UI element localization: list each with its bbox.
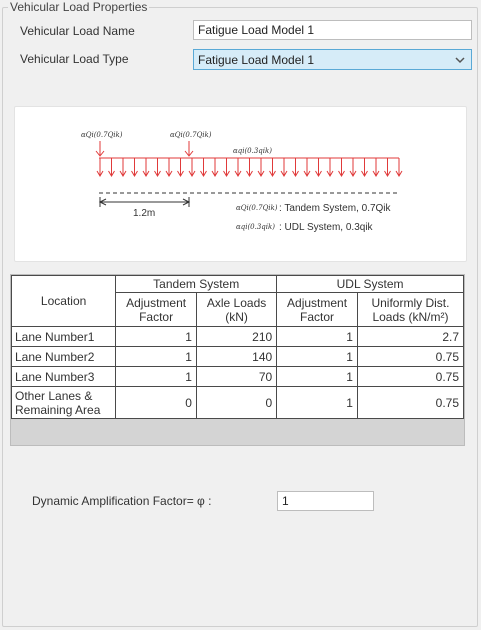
load-diagram-svg: αQi(0.7Qik) αQi(0.7Qik) αqi(0.3qik) 1.2m… [81, 131, 403, 233]
axle-load-cell[interactable]: 140 [195, 346, 278, 367]
udl-adjustment-cell[interactable]: 1 [276, 386, 358, 419]
tandem-system-header: Tandem System [115, 275, 278, 293]
vehicular-load-type-value: Fatigue Load Model 1 [198, 53, 315, 67]
legend-udl-text: : UDL System, 0.3qik [279, 222, 374, 233]
udl-arrows [96, 158, 403, 177]
tandem-adjustment-cell[interactable]: 0 [115, 386, 197, 419]
udl-adjustment-cell[interactable]: 1 [276, 346, 358, 367]
legend-tandem-text: : Tandem System, 0.7Qik [279, 203, 392, 214]
tandem-load-label-2: αQi(0.7Qik) [170, 131, 212, 139]
location-cell: Lane Number1 [10, 326, 117, 347]
table-row: Other Lanes & Remaining Area 0 0 1 0.75 [10, 386, 465, 419]
vehicular-load-type-label: Vehicular Load Type [20, 52, 129, 66]
udl-adjustment-cell[interactable]: 1 [276, 366, 358, 387]
vehicular-load-name-label: Vehicular Load Name [20, 24, 135, 38]
table-row: Lane Number3 1 70 1 0.75 [10, 366, 465, 387]
udl-load-cell[interactable]: 0.75 [356, 346, 465, 367]
udl-load-cell[interactable]: 0.75 [356, 386, 465, 419]
vehicular-load-name-input[interactable] [193, 20, 472, 40]
tandem-adjustment-cell[interactable]: 1 [115, 346, 197, 367]
udl-load-cell[interactable]: 0.75 [356, 366, 465, 387]
udl-adjustment-cell[interactable]: 1 [276, 326, 358, 347]
location-cell: Lane Number3 [10, 366, 117, 387]
axle-loads-header: Axle Loads (kN) [195, 292, 278, 327]
location-cell: Other Lanes & Remaining Area [10, 386, 117, 419]
tandem-load-label-1: αQi(0.7Qik) [81, 131, 123, 139]
daf-input[interactable] [277, 491, 374, 511]
axle-load-cell[interactable]: 70 [195, 366, 278, 387]
vehicular-load-type-select[interactable]: Fatigue Load Model 1 [193, 49, 472, 70]
tandem-adjustment-cell[interactable]: 1 [115, 326, 197, 347]
location-cell: Lane Number2 [10, 346, 117, 367]
location-header: Location [10, 275, 117, 327]
udl-load-cell[interactable]: 2.7 [356, 326, 465, 347]
table-row: Lane Number2 1 140 1 0.75 [10, 346, 465, 367]
load-model-diagram: αQi(0.7Qik) αQi(0.7Qik) αqi(0.3qik) 1.2m… [14, 106, 467, 262]
axle-load-cell[interactable]: 0 [195, 386, 278, 419]
udl-system-header: UDL System [276, 275, 464, 293]
legend-udl-symbol: αqi(0.3qik) [236, 223, 275, 231]
udl-load-label: αqi(0.3qik) [233, 147, 272, 155]
load-table: Location Tandem System UDL System Adjust… [10, 275, 465, 419]
load-table-area: Location Tandem System UDL System Adjust… [10, 274, 465, 446]
tandem-adjustment-cell[interactable]: 1 [115, 366, 197, 387]
group-title: Vehicular Load Properties [8, 0, 150, 14]
table-row: Lane Number1 1 210 1 2.7 [10, 326, 465, 347]
legend-tandem-symbol: αQi(0.7Qik) [236, 204, 278, 212]
spacing-label: 1.2m [133, 208, 155, 219]
axle-load-cell[interactable]: 210 [195, 326, 278, 347]
tandem-adjustment-header: Adjustment Factor [115, 292, 197, 327]
udl-loads-header: Uniformly Dist. Loads (kN/m²) [356, 292, 465, 327]
daf-label: Dynamic Amplification Factor= φ : [32, 494, 212, 508]
chevron-down-icon [455, 57, 465, 64]
udl-adjustment-header: Adjustment Factor [276, 292, 358, 327]
